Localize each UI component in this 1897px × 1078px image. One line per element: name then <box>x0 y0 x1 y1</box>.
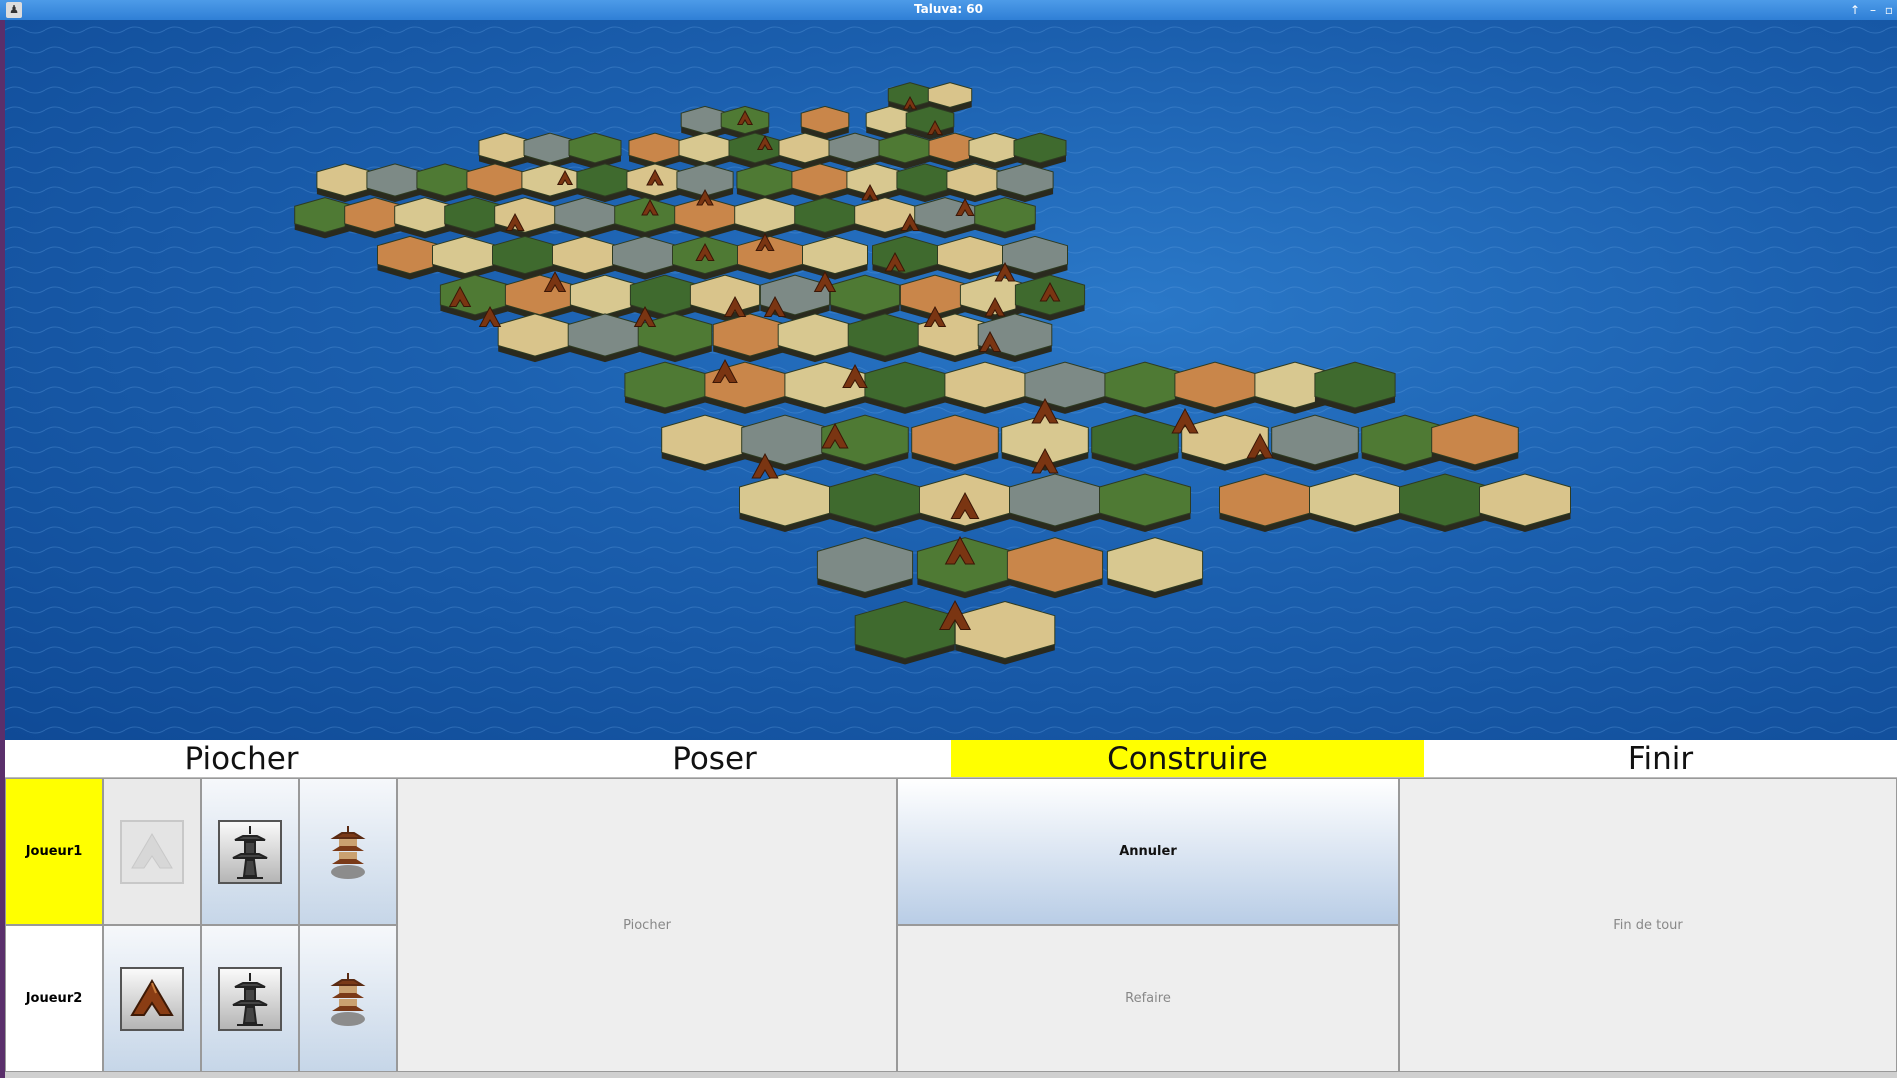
temple-icon <box>330 972 366 1026</box>
hex-island-board[interactable] <box>5 20 1897 740</box>
piocher-button[interactable]: Piocher <box>397 778 897 1072</box>
phase-finir: Finir <box>1627 741 1694 777</box>
control-panel: Joueur1 Joueur2 Piocher Annuler Refaire … <box>5 778 1897 1072</box>
maximize-icon[interactable]: ▫ <box>1882 2 1896 18</box>
bottom-edge <box>5 1072 1897 1078</box>
temple-icon <box>330 825 366 879</box>
tower-icon <box>218 819 282 884</box>
title-bar: ♟ Taluva: 60 ↑ – ▫ <box>0 0 1897 20</box>
player2-hut-button[interactable] <box>103 925 201 1072</box>
player1-temple-button[interactable] <box>299 778 397 925</box>
hut-icon <box>120 819 184 884</box>
phase-bar: Piocher Poser Construire Finir <box>5 740 1897 778</box>
window-title: Taluva: 60 <box>914 2 983 16</box>
game-board-3d-view[interactable] <box>5 20 1897 740</box>
player1-hut-button[interactable] <box>103 778 201 925</box>
phase-piocher: Piocher <box>184 741 299 777</box>
player2-temple-button[interactable] <box>299 925 397 1072</box>
hut-icon <box>120 966 184 1031</box>
phase-poser: Poser <box>672 741 757 777</box>
player1-label: Joueur1 <box>5 778 103 925</box>
annuler-button[interactable]: Annuler <box>897 778 1399 925</box>
tower-icon <box>218 966 282 1031</box>
phase-construire: Construire <box>951 740 1424 777</box>
minimize-icon[interactable]: – <box>1866 2 1880 18</box>
player2-label: Joueur2 <box>5 925 103 1072</box>
fin-de-tour-button[interactable]: Fin de tour <box>1399 778 1897 1072</box>
refaire-button[interactable]: Refaire <box>897 925 1399 1072</box>
player1-tower-button[interactable] <box>201 778 299 925</box>
keep-above-icon[interactable]: ↑ <box>1848 2 1862 18</box>
game-window: ♟ Taluva: 60 ↑ – ▫ Piocher Poser Constru… <box>0 0 1897 1078</box>
player2-tower-button[interactable] <box>201 925 299 1072</box>
